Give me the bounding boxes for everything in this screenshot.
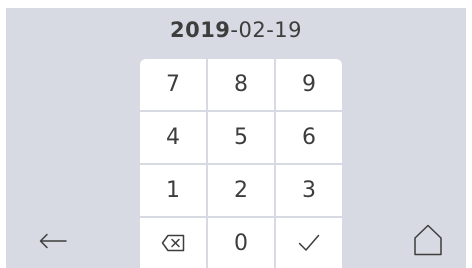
date-display: 2019-02-19 xyxy=(0,18,472,42)
checkmark-icon xyxy=(298,234,320,252)
key-9[interactable]: 9 xyxy=(276,59,342,110)
home-icon xyxy=(413,224,443,256)
confirm-button[interactable] xyxy=(276,218,342,268)
numeric-keypad: 7 8 9 4 5 6 1 2 3 0 xyxy=(140,59,342,268)
key-4[interactable]: 4 xyxy=(140,112,206,163)
key-8[interactable]: 8 xyxy=(208,59,274,110)
frame-top xyxy=(0,0,472,8)
key-7[interactable]: 7 xyxy=(140,59,206,110)
backspace-icon xyxy=(161,234,185,252)
date-month-day: -02-19 xyxy=(230,18,303,42)
key-3[interactable]: 3 xyxy=(276,165,342,216)
key-1[interactable]: 1 xyxy=(140,165,206,216)
home-button[interactable] xyxy=(410,222,446,258)
key-0[interactable]: 0 xyxy=(208,218,274,268)
backspace-button[interactable] xyxy=(140,218,206,268)
arrow-left-icon xyxy=(39,233,67,249)
date-year: 2019 xyxy=(169,18,231,42)
key-5[interactable]: 5 xyxy=(208,112,274,163)
key-6[interactable]: 6 xyxy=(276,112,342,163)
date-entry-screen: 2019-02-19 7 8 9 4 5 6 1 2 3 0 xyxy=(0,0,472,268)
key-2[interactable]: 2 xyxy=(208,165,274,216)
back-button[interactable] xyxy=(36,224,70,258)
